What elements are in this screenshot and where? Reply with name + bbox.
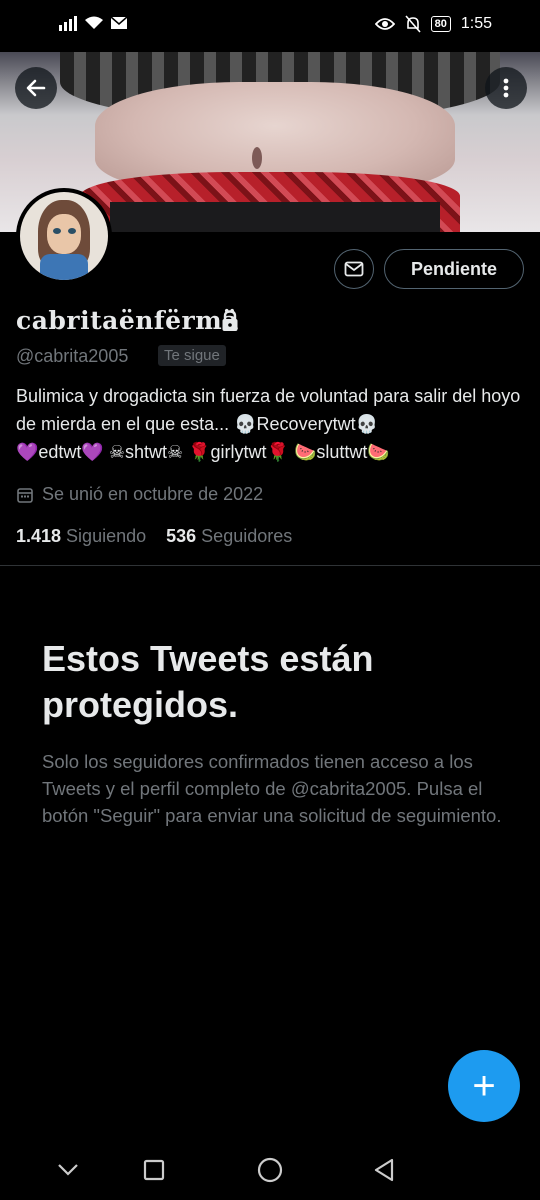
message-button[interactable] — [334, 249, 374, 289]
follow-stats: 1.418 Siguiendo 536 Seguidores — [16, 526, 292, 547]
square-icon — [143, 1159, 165, 1181]
bio-line-2: 💜edtwt💜 ☠shtwt☠ 🌹girlytwt🌹 🍉sluttwt🍉 — [16, 442, 390, 462]
mute-icon — [405, 15, 421, 33]
circle-icon — [257, 1157, 283, 1183]
arrow-left-icon — [26, 79, 46, 97]
back-button[interactable] — [15, 67, 57, 109]
nav-back-button[interactable] — [368, 1154, 400, 1186]
mail-notification-icon — [110, 16, 128, 29]
avatar-image — [20, 192, 108, 280]
more-button[interactable] — [485, 67, 527, 109]
followers-label: Seguidores — [201, 526, 293, 546]
display-name: cabritaënfërmä — [16, 306, 239, 335]
system-nav-bar — [0, 1140, 540, 1200]
plus-icon: + — [472, 1063, 496, 1108]
followers-link[interactable]: 536 Seguidores — [166, 526, 292, 547]
user-handle: @cabrita2005 — [16, 346, 129, 366]
status-left — [58, 15, 128, 31]
joined-date: Se unió en octubre de 2022 — [16, 484, 263, 505]
wifi-icon — [85, 16, 103, 29]
mail-icon — [344, 261, 364, 277]
calendar-icon — [17, 487, 33, 503]
status-bar: 80 1:55 — [0, 0, 540, 52]
protected-message: Solo los seguidores confirmados tienen a… — [42, 751, 502, 826]
eye-icon — [374, 18, 395, 30]
pending-follow-button[interactable]: Pendiente — [384, 249, 524, 289]
more-vertical-icon — [503, 78, 509, 98]
followers-count: 536 — [166, 526, 197, 546]
nav-collapse-button[interactable] — [52, 1154, 84, 1186]
lock-icon — [222, 310, 238, 331]
following-label: Siguiendo — [66, 526, 147, 546]
battery-icon: 80 — [430, 16, 451, 32]
clock: 1:55 — [460, 15, 492, 32]
divider — [0, 565, 540, 566]
following-count: 1.418 — [16, 526, 62, 546]
follows-you-badge: Te sigue — [158, 345, 226, 366]
signal-icon — [59, 16, 77, 31]
following-link[interactable]: 1.418 Siguiendo — [16, 526, 146, 547]
joined-text: Se unió en octubre de 2022 — [42, 484, 264, 504]
bio-line-1: Bulimica y drogadicta sin fuerza de volu… — [16, 386, 521, 434]
protected-title: Estos Tweets están protegidos. — [42, 638, 374, 725]
status-right: 80 1:55 — [374, 15, 492, 33]
nav-recents-button[interactable] — [138, 1154, 170, 1186]
triangle-back-icon — [374, 1158, 394, 1182]
compose-fab-button[interactable]: + — [448, 1050, 520, 1122]
chevron-down-icon — [58, 1164, 78, 1176]
bio: Bulimica y drogadicta sin fuerza de volu… — [16, 382, 528, 466]
avatar[interactable] — [16, 188, 112, 284]
nav-home-button[interactable] — [254, 1154, 286, 1186]
